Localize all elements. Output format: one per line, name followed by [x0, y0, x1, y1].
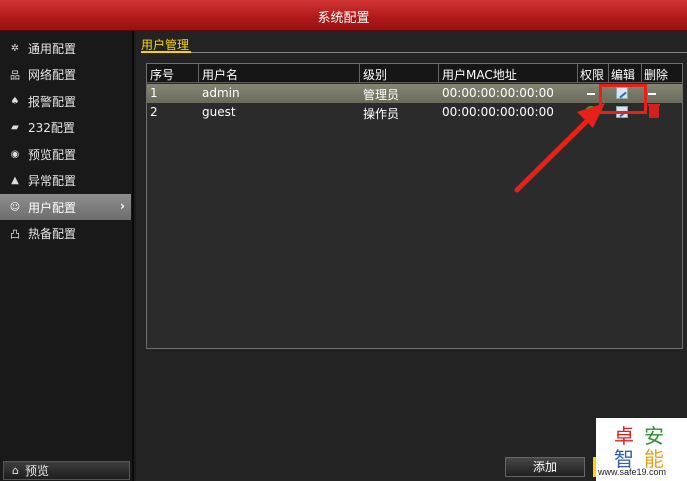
- sidebar-item-network[interactable]: 品 网络配置: [0, 61, 131, 87]
- window-title: 系统配置: [317, 11, 370, 26]
- column-separator: [438, 64, 439, 83]
- table-header: 序号 用户名 级别 用户MAC地址 权限 编辑 删除: [147, 64, 682, 83]
- trash-icon[interactable]: [648, 104, 660, 118]
- sidebar-item-label: 预览配置: [28, 147, 77, 162]
- cell-index: 1: [150, 86, 158, 100]
- cell-mac: 00:00:00:00:00:00: [442, 86, 554, 100]
- sidebar-item-exception[interactable]: ▲ 异常配置: [0, 167, 131, 193]
- no-permission-dash: [587, 93, 595, 95]
- sidebar-item-label: 网络配置: [28, 67, 77, 82]
- annotation-highlight-box: [599, 84, 647, 114]
- network-icon: 品: [10, 70, 20, 82]
- column-header-edit: 编辑: [611, 68, 636, 82]
- sidebar-item-preview[interactable]: ◉ 预览配置: [0, 141, 131, 167]
- section-divider: [141, 52, 687, 53]
- sidebar-item-hot-standby[interactable]: 凸 热备配置: [0, 220, 131, 246]
- column-separator: [198, 64, 199, 83]
- hot-standby-icon: 凸: [10, 229, 20, 241]
- sidebar-item-general[interactable]: ✲ 通用配置: [0, 35, 131, 61]
- preview-button-label: 预览: [24, 464, 49, 478]
- cell-username: admin: [202, 86, 240, 100]
- title-bar: 系统配置: [0, 0, 687, 31]
- sidebar-item-label: 热备配置: [28, 226, 77, 241]
- cell-mac: 00:00:00:00:00:00: [442, 105, 554, 119]
- watermark-logo: 卓 安 智 能 www.safe19.com: [596, 418, 687, 481]
- gear-icon: ✲: [10, 42, 20, 54]
- eye-icon: ◉: [10, 148, 20, 160]
- warning-icon: ▲: [11, 174, 19, 186]
- column-header-permission: 权限: [580, 68, 605, 82]
- chevron-right-icon: ›: [120, 199, 125, 213]
- cell-level: 操作员: [363, 107, 400, 121]
- cell-level: 管理员: [363, 88, 400, 102]
- preview-button[interactable]: ⌂ 预览: [3, 461, 130, 480]
- column-separator: [641, 64, 642, 83]
- sidebar-item-alarm[interactable]: ♠ 报警配置: [0, 88, 131, 114]
- home-icon: ⌂: [12, 464, 19, 477]
- column-header-delete: 删除: [644, 68, 669, 82]
- sidebar-item-label: 报警配置: [28, 94, 77, 109]
- sidebar-item-label: 用户配置: [28, 200, 77, 215]
- cell-index: 2: [150, 105, 158, 119]
- sidebar-item-232[interactable]: ▰ 232配置: [0, 114, 131, 140]
- sidebar-item-user[interactable]: ☺ 用户配置 ›: [0, 194, 131, 220]
- sidebar-item-label: 232配置: [28, 120, 75, 135]
- alarm-icon: ♠: [10, 95, 20, 107]
- sidebar: ✲ 通用配置 品 网络配置 ♠ 报警配置 ▰ 232配置 ◉ 预览配置 ▲ 异常…: [0, 31, 134, 481]
- column-separator: [577, 64, 578, 83]
- check-icon[interactable]: ✓: [585, 106, 597, 118]
- users-icon: ☺: [9, 201, 21, 213]
- no-delete-dash: [648, 93, 656, 95]
- cell-username: guest: [202, 105, 236, 119]
- column-header-index: 序号: [150, 68, 175, 82]
- column-separator: [359, 64, 360, 83]
- serial-port-icon: ▰: [11, 121, 19, 133]
- add-button[interactable]: 添加: [505, 457, 585, 477]
- column-header-username: 用户名: [202, 68, 239, 82]
- column-header-mac: 用户MAC地址: [442, 68, 517, 82]
- column-separator: [608, 64, 609, 83]
- sidebar-item-label: 通用配置: [28, 41, 77, 56]
- section-title-underline: [141, 51, 191, 53]
- watermark-url: www.safe19.com: [598, 467, 667, 477]
- main-panel: 用户管理 序号 用户名 级别 用户MAC地址 权限 编辑 删除 1 admin …: [136, 31, 687, 481]
- column-header-level: 级别: [363, 68, 388, 82]
- sidebar-item-label: 异常配置: [28, 173, 77, 188]
